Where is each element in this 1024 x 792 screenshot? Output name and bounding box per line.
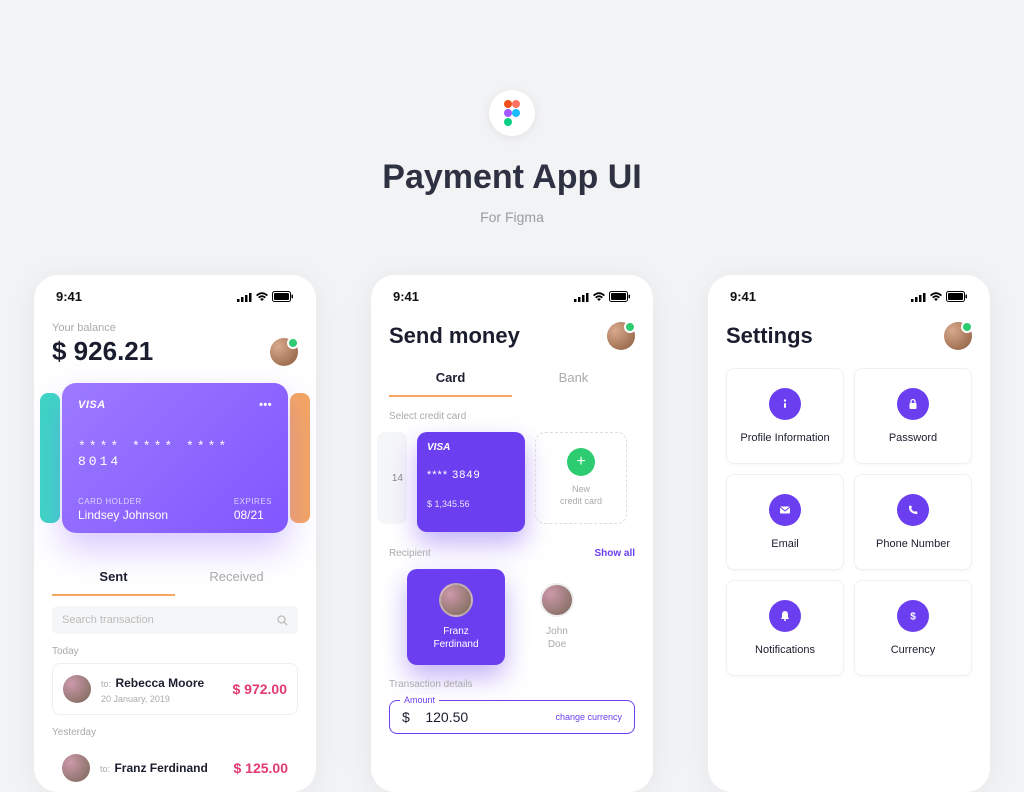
screen-send-money: 9:41 Send money Card Bank Select credit …: [371, 275, 653, 792]
tile-currency[interactable]: $ Currency: [854, 580, 972, 676]
avatar: [63, 675, 91, 703]
lock-icon: [897, 388, 929, 420]
more-icon[interactable]: •••: [259, 399, 272, 411]
search-input[interactable]: Search transaction: [52, 606, 298, 634]
dollar-icon: $: [897, 600, 929, 632]
plus-icon: +: [567, 448, 595, 476]
recipient-label: Recipient: [389, 548, 431, 559]
screen-settings: 9:41 Settings Profile Information: [708, 275, 990, 792]
page-header: Payment App UI For Figma: [0, 0, 1024, 225]
balance-label: Your balance: [52, 322, 298, 334]
svg-text:$: $: [910, 612, 916, 623]
phone-icon: [897, 494, 929, 526]
recipient-selected[interactable]: Franz Ferdinand: [407, 569, 505, 665]
holder-label: CARD HOLDER: [78, 497, 168, 506]
tab-received[interactable]: Received: [175, 559, 298, 596]
figma-icon: [489, 90, 535, 136]
search-icon: [277, 615, 288, 626]
page-title: Payment App UI: [0, 158, 1024, 197]
screen-title: Settings: [726, 323, 813, 349]
status-icons: [574, 291, 631, 302]
avatar[interactable]: [270, 338, 298, 366]
info-icon: [769, 388, 801, 420]
transaction-amount: $ 972.00: [233, 681, 288, 697]
card-selected[interactable]: VISA **** 3849 $ 1,345.56: [417, 432, 525, 532]
status-time: 9:41: [730, 289, 756, 304]
avatar: [540, 583, 574, 617]
section-today: Today: [52, 646, 298, 657]
status-bar: 9:41: [708, 275, 990, 312]
balance-amount: $ 926.21: [52, 336, 153, 367]
tab-bank[interactable]: Bank: [512, 360, 635, 397]
change-currency-link[interactable]: change currency: [555, 712, 622, 722]
avatar: [62, 754, 90, 782]
tab-card[interactable]: Card: [389, 360, 512, 397]
recipient-item[interactable]: John Doe: [517, 569, 597, 665]
amount-input[interactable]: Amount $ 120.50 change currency: [389, 700, 635, 734]
transaction-details-label: Transaction details: [389, 679, 635, 690]
status-icons: [911, 291, 968, 302]
card-next[interactable]: [290, 393, 310, 523]
expires-value: 08/21: [234, 508, 272, 522]
page-subtitle: For Figma: [0, 209, 1024, 225]
card-prev[interactable]: [40, 393, 60, 523]
tile-email[interactable]: Email: [726, 474, 844, 570]
select-card-label: Select credit card: [389, 411, 635, 422]
card-prev[interactable]: 14: [377, 432, 407, 524]
status-time: 9:41: [393, 289, 419, 304]
new-card-button[interactable]: + New credit card: [535, 432, 627, 524]
bell-icon: [769, 600, 801, 632]
credit-card[interactable]: VISA ••• **** **** **** 8014 CARD HOLDER…: [62, 383, 288, 533]
tab-sent[interactable]: Sent: [52, 559, 175, 596]
avatar[interactable]: [607, 322, 635, 350]
tile-profile[interactable]: Profile Information: [726, 368, 844, 464]
show-all-link[interactable]: Show all: [594, 548, 635, 559]
transaction-row[interactable]: to: Rebecca Moore 20 January, 2019 $ 972…: [52, 663, 298, 715]
avatar: [439, 583, 473, 617]
status-time: 9:41: [56, 289, 82, 304]
status-icons: [237, 291, 294, 302]
screen-balance: 9:41 Your balance $ 926.21: [34, 275, 316, 792]
mail-icon: [769, 494, 801, 526]
screen-title: Send money: [389, 323, 520, 349]
section-yesterday: Yesterday: [52, 727, 298, 738]
tile-password[interactable]: Password: [854, 368, 972, 464]
card-number: **** **** **** 8014: [78, 439, 272, 469]
card-brand: VISA: [78, 399, 106, 411]
expires-label: EXPIRES: [234, 497, 272, 506]
avatar[interactable]: [944, 322, 972, 350]
status-bar: 9:41: [34, 275, 316, 312]
transaction-row[interactable]: to: Franz Ferdinand $ 125.00: [52, 744, 298, 792]
tile-phone[interactable]: Phone Number: [854, 474, 972, 570]
tile-notifications[interactable]: Notifications: [726, 580, 844, 676]
transaction-amount: $ 125.00: [234, 760, 289, 776]
search-placeholder: Search transaction: [62, 614, 277, 626]
holder-name: Lindsey Johnson: [78, 508, 168, 522]
status-bar: 9:41: [371, 275, 653, 312]
